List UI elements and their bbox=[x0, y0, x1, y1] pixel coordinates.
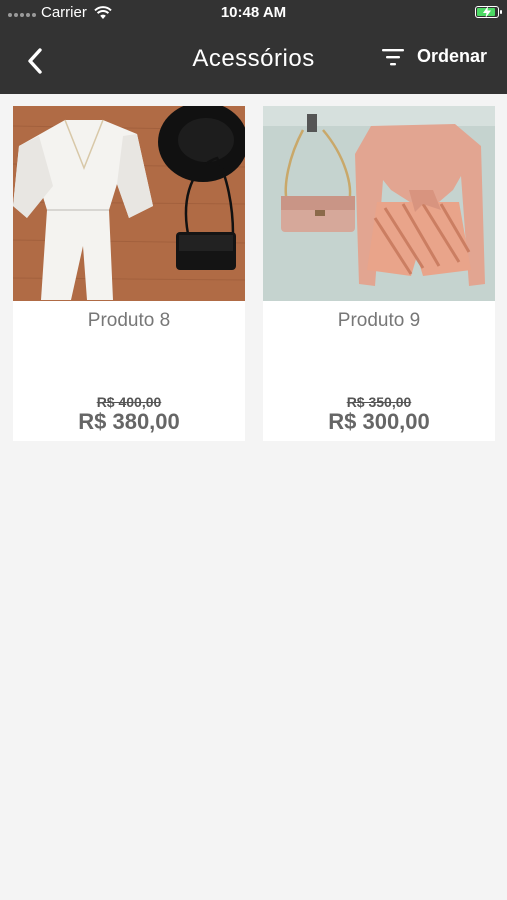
product-card[interactable]: Produto 9 R$ 350,00 R$ 300,00 bbox=[263, 106, 495, 441]
sort-label: Ordenar bbox=[416, 46, 487, 66]
status-bar: Carrier 10:48 AM bbox=[0, 0, 507, 26]
product-card[interactable]: Produto 8 R$ 400,00 R$ 380,00 bbox=[13, 106, 245, 441]
product-old-price: R$ 350,00 bbox=[346, 394, 412, 410]
product-old-price: R$ 400,00 bbox=[96, 394, 162, 410]
battery-charging-icon bbox=[475, 6, 502, 18]
product-image bbox=[13, 106, 245, 301]
product-name: Produto 9 bbox=[337, 310, 421, 331]
product-price: R$ 380,00 bbox=[78, 409, 180, 434]
filter-lines-icon bbox=[381, 48, 404, 65]
product-name: Produto 8 bbox=[87, 310, 171, 331]
product-price: R$ 300,00 bbox=[328, 409, 430, 434]
status-time: 10:48 AM bbox=[220, 4, 287, 21]
navigation-bar: Acessórios Ordenar bbox=[0, 26, 507, 94]
sort-button[interactable]: Ordenar bbox=[381, 46, 487, 67]
product-image bbox=[263, 106, 495, 301]
